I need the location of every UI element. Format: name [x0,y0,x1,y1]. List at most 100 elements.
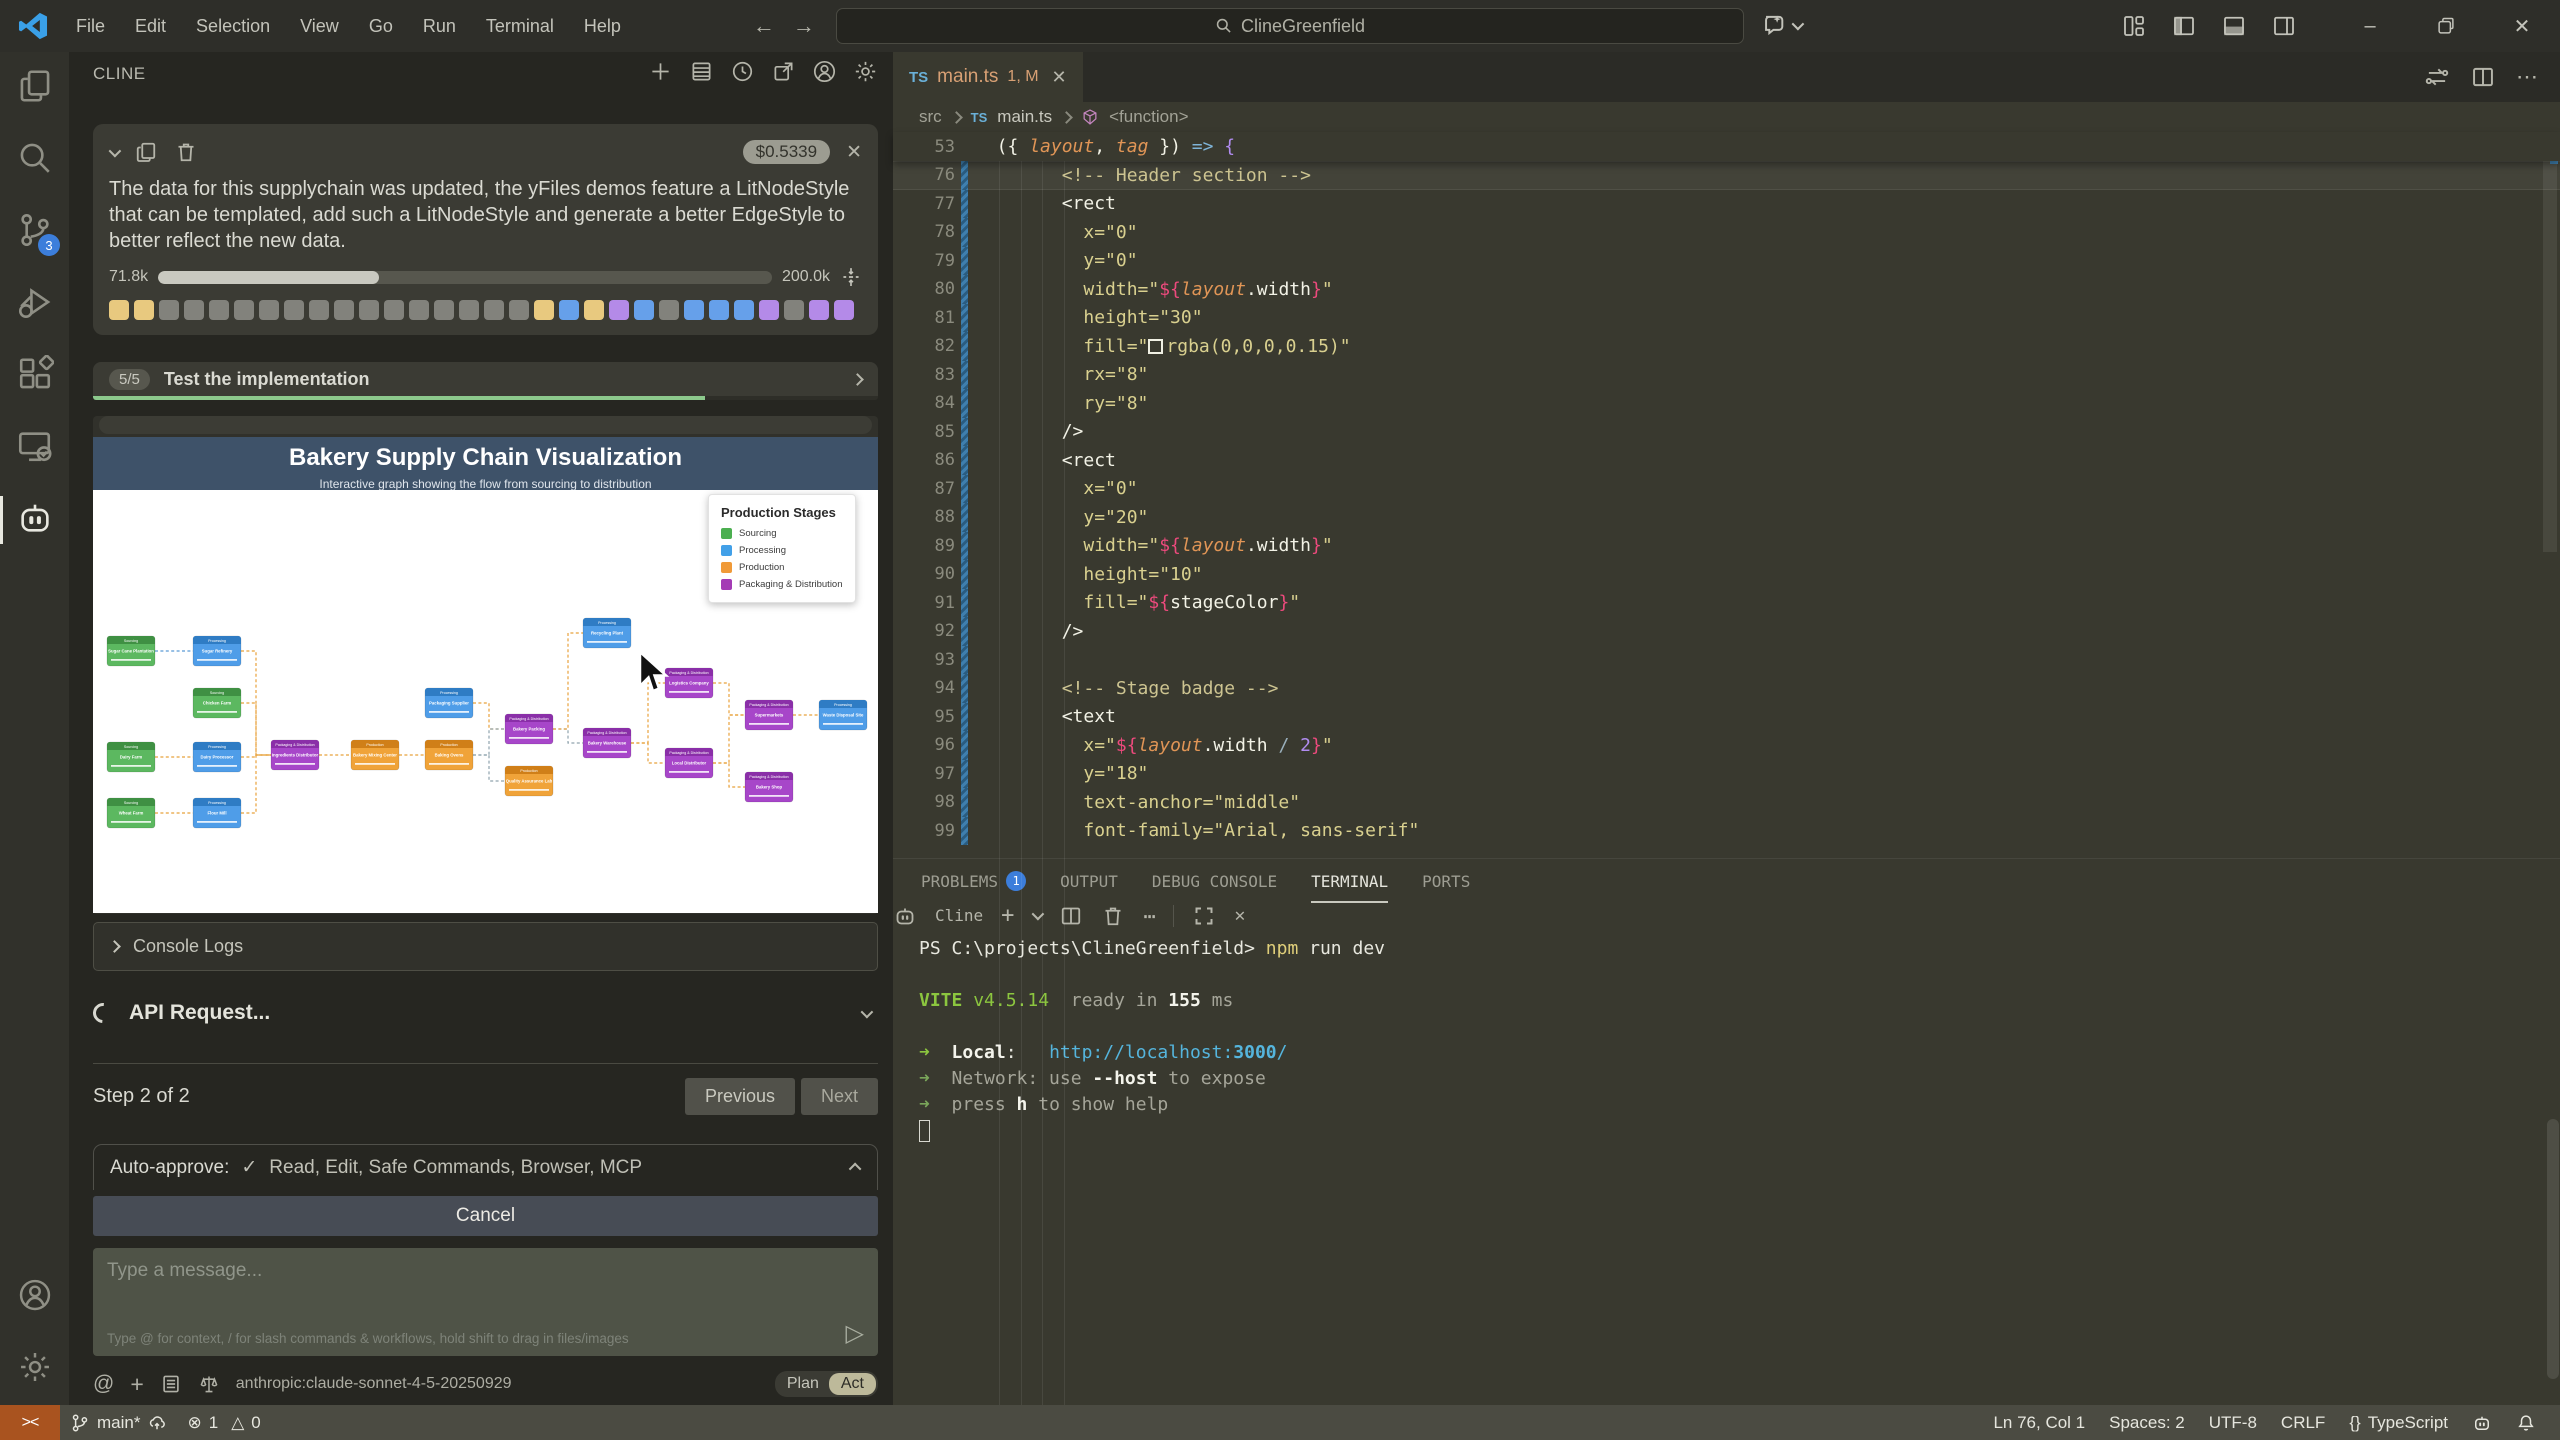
stack-icon[interactable] [689,59,714,89]
more-actions-icon[interactable]: ⋯ [2516,64,2538,90]
code-line[interactable]: 97y="18" [893,760,2560,789]
code-line[interactable]: 92/> [893,617,2560,646]
eol-sequence[interactable]: CRLF [2271,1405,2335,1440]
code-line[interactable]: 85/> [893,418,2560,447]
menu-file[interactable]: File [64,11,117,42]
graph-node[interactable]: SourcingChicken Farm [193,688,241,718]
code-line[interactable]: 78x="0" [893,218,2560,247]
terminal-profile-label[interactable]: Cline [935,906,983,925]
command-center-search[interactable]: ClineGreenfield [836,8,1744,44]
add-icon[interactable]: + [130,1371,143,1398]
terminal-scrollbar[interactable] [2547,1119,2559,1379]
api-request-row[interactable]: API Request... [93,995,878,1031]
code-line[interactable]: 88y="20" [893,503,2560,532]
graph-node[interactable]: ProcessingWaste Disposal Site [819,700,867,730]
activitybar-accounts[interactable] [0,1261,69,1333]
task-cost-badge[interactable]: $0.5339 [743,140,830,164]
code-line[interactable]: 81height="30" [893,304,2560,333]
problems-status[interactable]: ⊗ 1 △ 0 [177,1405,270,1440]
breadcrumb-folder[interactable]: src [919,107,942,127]
chevron-down-icon[interactable] [1032,908,1045,921]
graph-canvas[interactable]: SourcingSugar Cane PlantationProcessingS… [93,490,878,913]
model-selector[interactable]: anthropic:claude-sonnet-4-5-20250929 [236,1375,512,1393]
panel-tab-problems[interactable]: PROBLEMS1 [921,859,1026,903]
sticky-scroll-line[interactable]: 53({ layout, tag }) => { [893,132,2560,161]
code-line[interactable]: 91fill="${stageColor}" [893,589,2560,618]
send-icon[interactable]: ▷ [846,1319,864,1348]
activitybar-explorer[interactable] [0,52,69,124]
graph-node[interactable]: ProcessingFlour Mill [193,798,241,828]
notifications-bell[interactable] [2506,1405,2546,1440]
activitybar-extensions[interactable] [0,340,69,412]
breadcrumb-file[interactable]: main.ts [997,107,1052,127]
graph-node[interactable]: ProcessingRecycling Plant [583,618,631,648]
split-editor-icon[interactable] [2470,64,2496,90]
graph-node[interactable]: ProductionBaking Ovens [425,740,473,770]
code-line[interactable]: 96x="${layout.width / 2}" [893,731,2560,760]
customize-layout-icon[interactable] [2122,14,2146,38]
kill-terminal-icon[interactable] [1101,904,1125,928]
copilot-menu[interactable] [1762,12,1801,38]
panel-tab-debug-console[interactable]: DEBUG CONSOLE [1152,859,1277,903]
back-icon[interactable]: ← [753,13,775,39]
code-line[interactable]: 95<text [893,703,2560,732]
code-line[interactable]: 98text-anchor="middle" [893,788,2560,817]
branch-status[interactable]: main* [60,1405,177,1440]
scales-icon[interactable] [198,1373,220,1395]
code-editor[interactable]: 53({ layout, tag }) => { 76<!-- Header s… [893,132,2560,1405]
gear-icon[interactable] [853,59,878,89]
mention-icon[interactable]: @ [93,1372,114,1396]
graph-node[interactable]: ProcessingPackaging Supplier [425,688,473,718]
code-line[interactable]: 83rx="8" [893,361,2560,390]
code-line[interactable]: 79y="0" [893,247,2560,276]
menu-run[interactable]: Run [411,11,468,42]
code-line[interactable]: 53({ layout, tag }) => { [893,132,1235,161]
cancel-button[interactable]: Cancel [93,1196,878,1236]
graph-node[interactable]: SourcingSugar Cane Plantation [107,636,155,666]
menu-edit[interactable]: Edit [123,11,178,42]
collapse-task-icon[interactable] [109,144,122,157]
graph-node[interactable]: Packaging & DistributionBakery Warehouse [583,728,631,758]
graph-node[interactable]: ProductionBakery Mixing Center [351,740,399,770]
activitybar-cline[interactable] [0,484,69,556]
code-line[interactable]: 77<rect [893,190,2560,219]
graph-node[interactable]: Packaging & DistributionLocal Distributo… [665,748,713,778]
new-terminal-icon[interactable]: + [1001,903,1014,928]
panel-tab-ports[interactable]: PORTS [1422,859,1470,903]
compress-context-icon[interactable] [840,266,862,288]
browser-url-bar[interactable] [99,416,872,434]
code-line[interactable]: 87x="0" [893,475,2560,504]
toggle-sidebar-icon[interactable] [2172,14,2196,38]
plan-mode-label[interactable]: Plan [777,1373,829,1395]
terminal-output[interactable]: PS C:\projects\ClineGreenfield> npm run … [893,928,2560,1146]
next-button[interactable]: Next [801,1078,878,1115]
activitybar-source-control[interactable]: 3 [0,196,69,268]
close-task-icon[interactable]: ✕ [846,141,862,164]
graph-node[interactable]: SourcingDairy Farm [107,742,155,772]
delete-task-icon[interactable] [174,140,198,164]
indentation[interactable]: Spaces: 2 [2099,1405,2195,1440]
console-logs-toggle[interactable]: Console Logs [93,922,878,971]
menu-view[interactable]: View [288,11,351,42]
graph-node[interactable]: Packaging & DistributionBakery Shop [745,772,793,802]
menu-selection[interactable]: Selection [184,11,282,42]
code-line[interactable]: 99font-family="Arial, sans-serif" [893,817,2560,846]
graph-node[interactable]: ProcessingDairy Processor [193,742,241,772]
code-line[interactable]: 82fill="rgba(0,0,0,0.15)" [893,332,2560,361]
previous-button[interactable]: Previous [685,1078,795,1115]
plus-icon[interactable] [648,59,673,89]
export-icon[interactable] [771,59,796,89]
account-icon[interactable] [812,59,837,89]
remote-indicator[interactable]: >< [0,1405,60,1440]
copy-icon[interactable] [134,140,158,164]
breadcrumb[interactable]: src TS main.ts <function> [893,102,2560,132]
encoding[interactable]: UTF-8 [2199,1405,2267,1440]
language-mode[interactable]: {} TypeScript [2339,1405,2458,1440]
more-actions-icon[interactable]: ⋯ [1143,904,1155,928]
code-line[interactable]: 89width="${layout.width}" [893,532,2560,561]
publish-icon[interactable] [147,1413,167,1433]
compare-changes-icon[interactable] [2424,64,2450,90]
toggle-panel-icon[interactable] [2222,14,2246,38]
tab-main-ts[interactable]: TS main.ts 1, M ✕ [893,52,1083,102]
activitybar-run-debug[interactable] [0,268,69,340]
